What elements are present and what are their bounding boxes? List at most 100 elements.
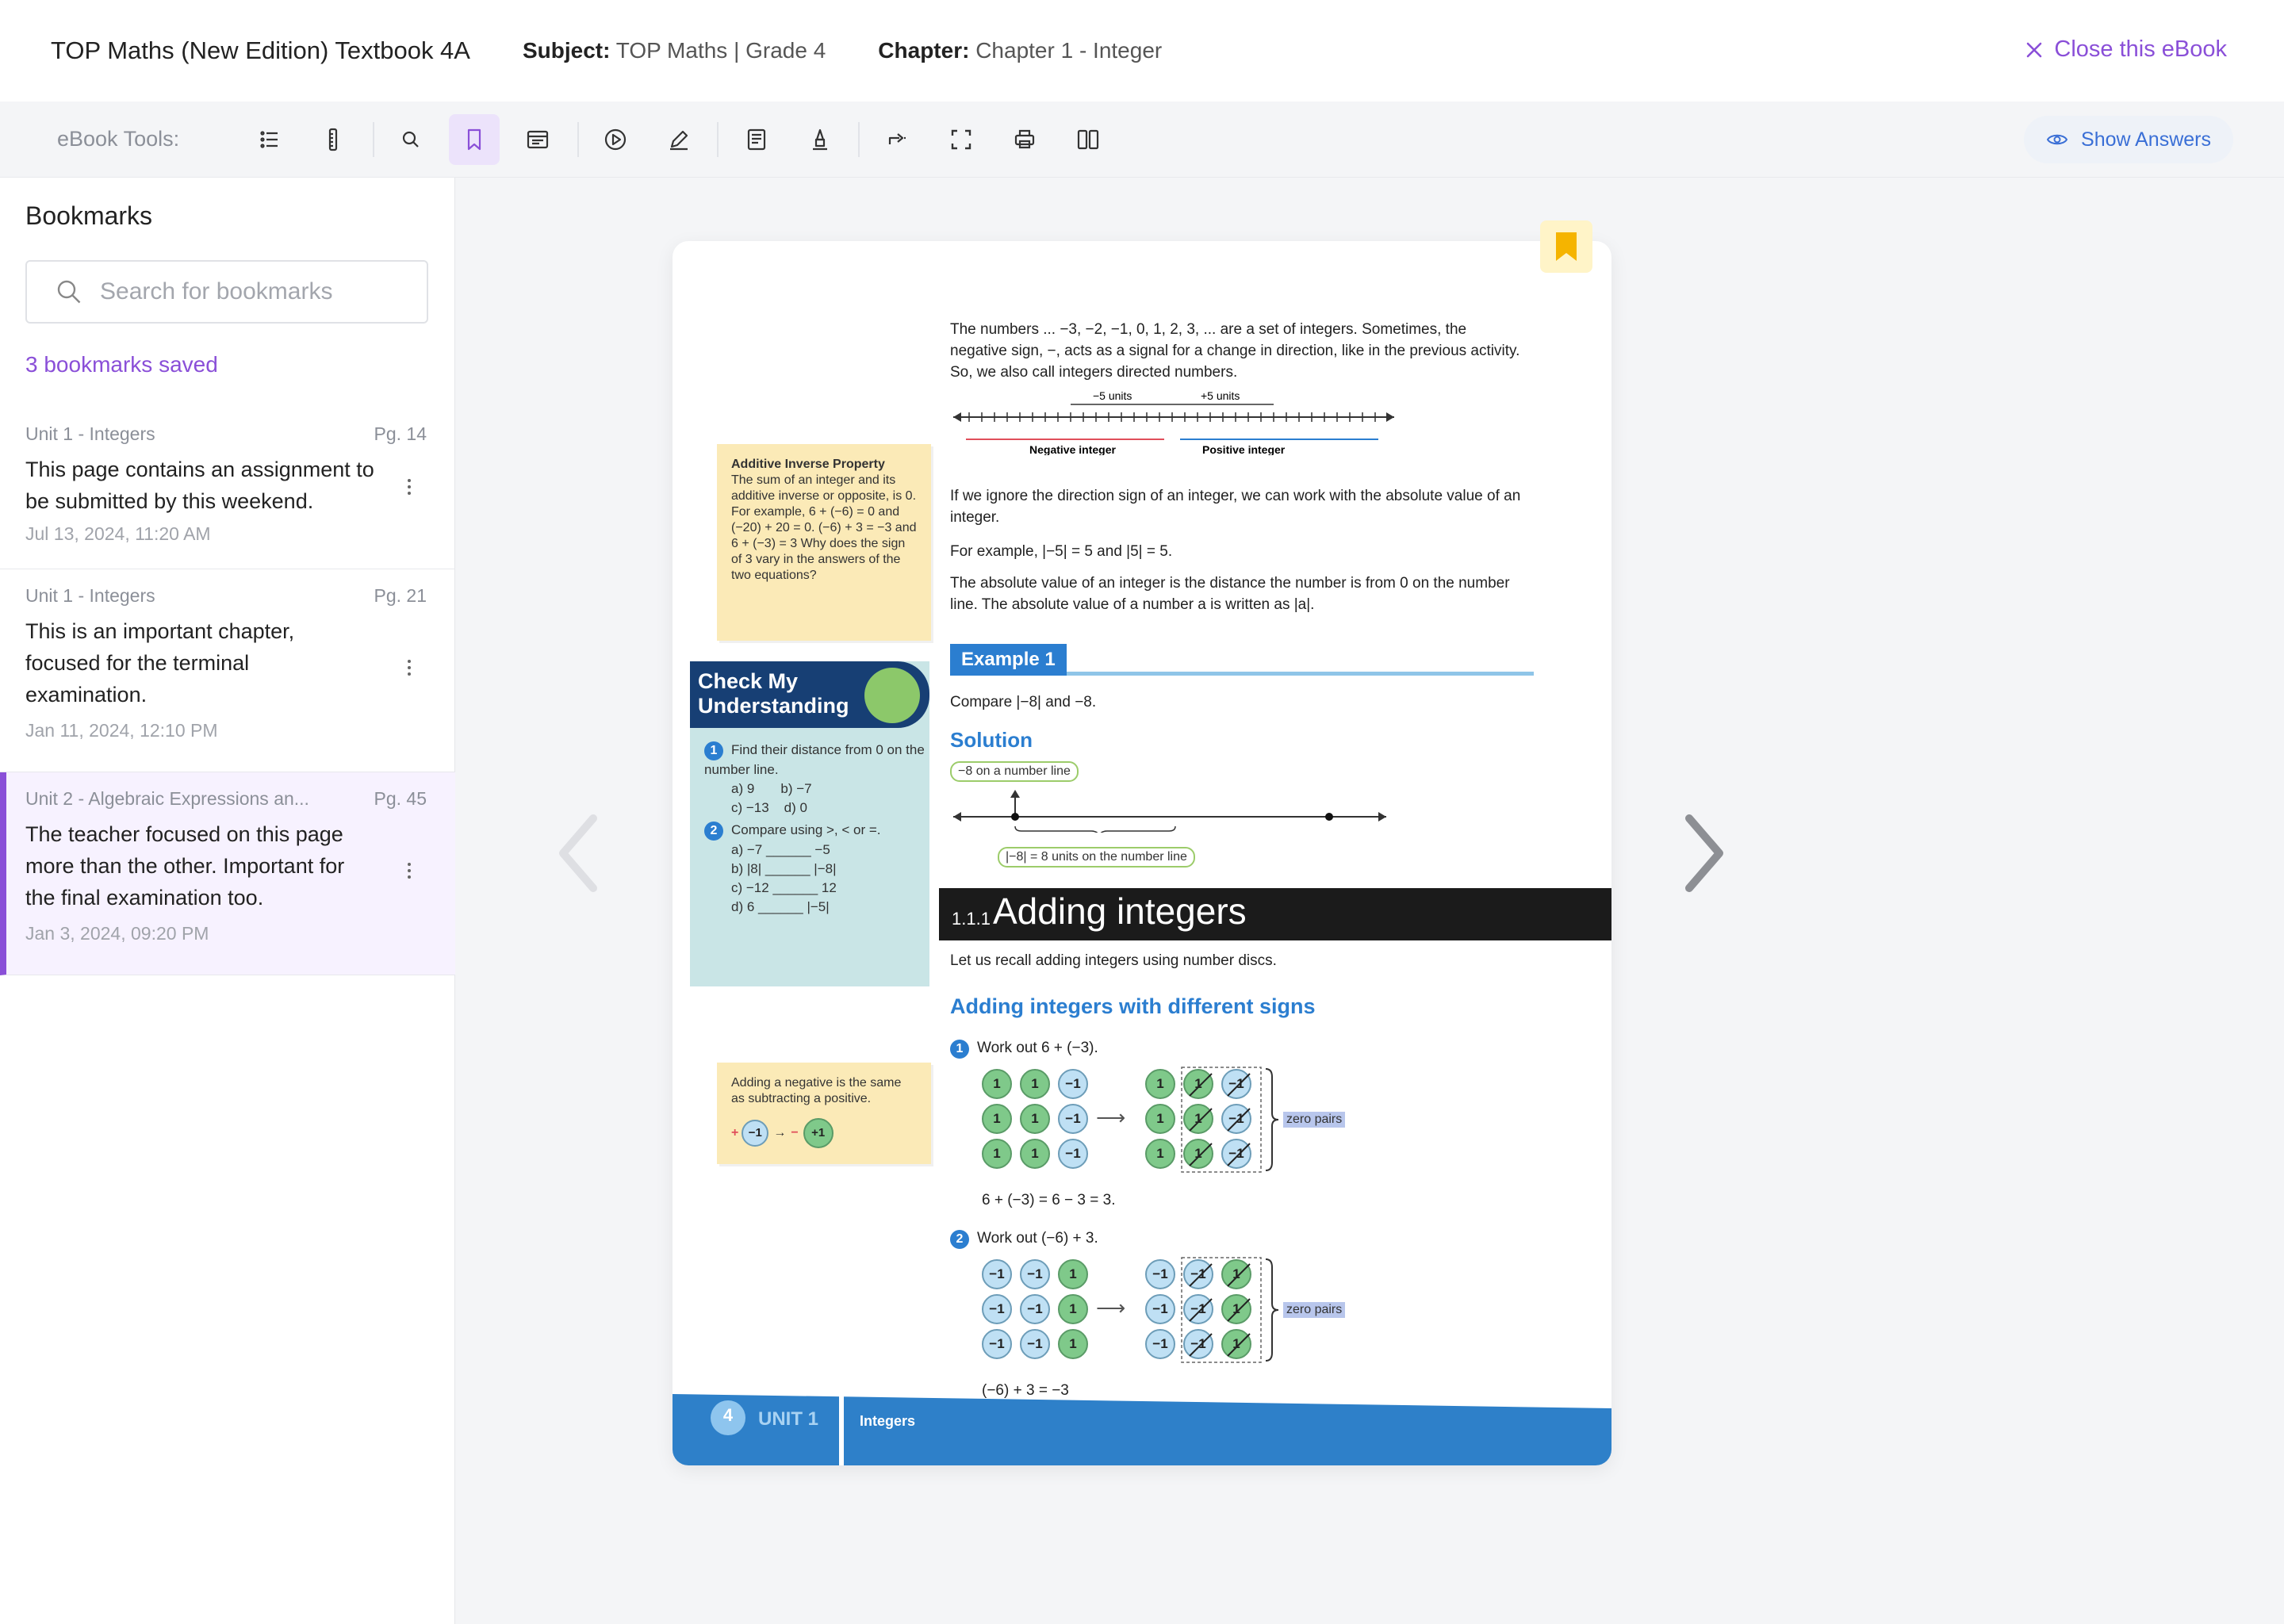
disc-row: 1 1 −1	[982, 1069, 1096, 1099]
search-icon	[402, 131, 419, 147]
chevron-right-icon	[1685, 814, 1723, 892]
recall-text: Let us recall adding integers using numb…	[950, 952, 1277, 969]
disc: −1	[1058, 1104, 1088, 1134]
show-answers-label: Show Answers	[2081, 128, 2211, 151]
more-options-icon[interactable]	[400, 653, 419, 682]
disc: 1	[982, 1069, 1012, 1099]
toolbar-label: eBook Tools:	[57, 127, 180, 151]
disc: 1	[982, 1139, 1012, 1169]
ruler-button[interactable]	[308, 114, 358, 165]
close-ebook-button[interactable]: Close this eBook	[2025, 36, 2227, 63]
unit-label: UNIT 1	[758, 1408, 819, 1430]
disc: −1	[1058, 1069, 1088, 1099]
example-text: Compare |−8| and −8.	[950, 694, 1097, 710]
two-page-tool-button[interactable]	[1063, 114, 1113, 165]
section-title: Adding integers	[993, 891, 1247, 932]
example-label: Example 1	[950, 644, 1067, 676]
disc: −1	[982, 1329, 1012, 1359]
step-1-result: 6 + (−3) = 6 − 3 = 3.	[982, 1192, 1116, 1208]
step-number-icon: 2	[950, 1230, 969, 1249]
question-number-icon: 2	[704, 822, 723, 841]
plus-five-label: +5 units	[1201, 389, 1240, 402]
question-1a: a) 9	[731, 781, 755, 796]
close-ebook-label: Close this eBook	[2054, 36, 2227, 62]
notes-tool-button[interactable]	[512, 114, 563, 165]
intro-paragraph: The numbers ... −3, −2, −1, 0, 1, 2, 3, …	[950, 321, 1520, 381]
ebook-page: The numbers ... −3, −2, −1, 0, 1, 2, 3, …	[673, 241, 1611, 1465]
step-1-text: Work out 6 + (−3).	[977, 1040, 1098, 1056]
bookmark-search-input[interactable]	[100, 278, 401, 305]
disc: −1	[1145, 1329, 1175, 1359]
bookmark-icon	[467, 128, 481, 151]
disc: −1	[1020, 1294, 1050, 1324]
disc: −1	[1020, 1329, 1050, 1359]
more-options-icon[interactable]	[400, 473, 419, 501]
disc: 1	[1145, 1139, 1175, 1169]
bookmark-count: 3 bookmarks saved	[25, 352, 218, 377]
highlighter-tool-button[interactable]	[795, 114, 845, 165]
disc-row: 1 1 −1	[982, 1139, 1096, 1169]
fullscreen-tool-button[interactable]	[936, 114, 987, 165]
absolute-value-intro: If we ignore the direction sign of an in…	[950, 488, 1521, 526]
bookmark-note: This is an important chapter, focused fo…	[25, 619, 295, 707]
bookmark-item[interactable]: Unit 1 - Integers Pg. 14 This page conta…	[0, 408, 455, 569]
bookmark-filled-icon	[1556, 232, 1577, 261]
more-options-icon[interactable]	[400, 856, 419, 885]
minus-five-label: −5 units	[1093, 389, 1132, 402]
chevron-left-icon	[559, 814, 597, 892]
additive-inverse-note: Additive Inverse Property The sum of an …	[717, 444, 931, 641]
two-page-icon	[1077, 129, 1099, 150]
additive-inverse-text: The sum of an integer and its additive i…	[731, 473, 917, 582]
worksheet-tool-button[interactable]	[731, 114, 782, 165]
chapter-value: Chapter 1 - Integer	[975, 38, 1163, 63]
zero-pairs-marker	[1181, 1067, 1279, 1173]
disc: 1	[1145, 1069, 1175, 1099]
question-2b: b) |8| ______ |−8|	[731, 861, 837, 876]
fullscreen-icon	[951, 129, 971, 150]
subject-value: TOP Maths | Grade 4	[615, 38, 826, 63]
disc: −1	[982, 1294, 1012, 1324]
disc-row: −1 −1 1	[982, 1294, 1096, 1324]
disc: 1	[1058, 1259, 1088, 1289]
chapter-info: Chapter: Chapter 1 - Integer	[878, 38, 1162, 63]
worksheet-icon	[747, 128, 766, 151]
list-icon	[260, 131, 278, 148]
bookmark-item[interactable]: Unit 1 - Integers Pg. 21 This is an impo…	[0, 569, 455, 772]
share-tool-button[interactable]	[872, 114, 923, 165]
disc: −1	[1058, 1139, 1088, 1169]
bookmark-page: Pg. 21	[374, 585, 427, 606]
next-page-button[interactable]	[1680, 812, 1730, 898]
disc: −1	[1145, 1294, 1175, 1324]
pen-icon	[670, 130, 688, 151]
disc: −1	[1145, 1259, 1175, 1289]
tip-minus: −	[791, 1126, 799, 1139]
bookmark-item-selected[interactable]: Unit 2 - Algebraic Expressions an... Pg.…	[0, 772, 455, 975]
question-1c: c) −13	[731, 800, 769, 815]
book-title: TOP Maths (New Edition) Textbook 4A	[51, 36, 470, 64]
subject-info: Subject: TOP Maths | Grade 4	[523, 38, 826, 63]
disc: 1	[1020, 1104, 1050, 1134]
page-bookmark-toggle[interactable]	[1540, 220, 1592, 273]
show-answers-button[interactable]: Show Answers	[2024, 116, 2233, 163]
question-number-icon: 1	[704, 741, 723, 760]
disc: 1	[1020, 1139, 1050, 1169]
bookmarks-tool-button[interactable]	[449, 114, 500, 165]
bookmark-search-box[interactable]	[25, 260, 428, 324]
solution-heading: Solution	[950, 728, 1033, 752]
question-2: Compare using >, < or =.	[731, 822, 881, 837]
bookmark-date: Jul 13, 2024, 11:20 AM	[25, 523, 211, 544]
print-tool-button[interactable]	[999, 114, 1050, 165]
previous-page-button[interactable]	[552, 812, 603, 898]
highlighter-icon	[813, 128, 827, 151]
media-tool-button[interactable]	[590, 114, 641, 165]
question-2d: d) 6 ______ |−5|	[731, 899, 830, 914]
toc-button[interactable]	[244, 114, 295, 165]
share-icon	[888, 133, 906, 144]
tip-plus: +	[731, 1126, 739, 1139]
arrow-right-icon: ⟶	[1096, 1296, 1126, 1320]
notes-icon	[527, 130, 549, 149]
search-tool-button[interactable]	[385, 114, 436, 165]
bookmark-unit: Unit 1 - Integers	[25, 423, 155, 444]
pen-tool-button[interactable]	[653, 114, 704, 165]
tip-example: + −1 → − +1	[731, 1118, 917, 1148]
